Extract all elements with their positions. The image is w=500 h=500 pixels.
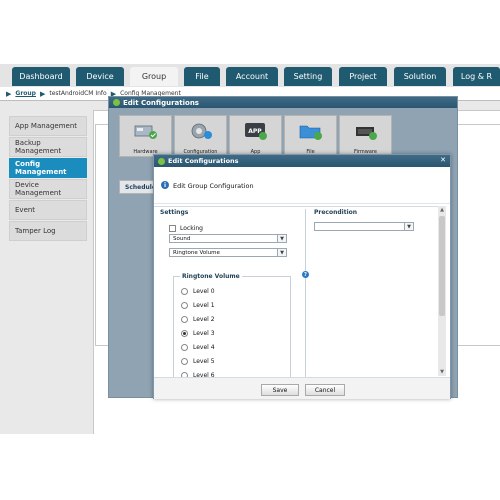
configuration-gear-icon: [191, 123, 212, 139]
main-tab-bar: Dashboard Device Group File Account Sett…: [0, 64, 500, 87]
radio-button[interactable]: [181, 287, 188, 295]
dialog-app-icon: [158, 158, 165, 165]
help-icon[interactable]: ?: [302, 271, 309, 278]
level-2-option[interactable]: Level 2: [174, 312, 290, 326]
save-button[interactable]: Save: [261, 384, 299, 396]
dialog-app-icon: [113, 99, 120, 106]
sidebar: App Management Backup Management Config …: [9, 116, 87, 242]
chevron-down-icon[interactable]: ▼: [404, 223, 413, 230]
breadcrumb-group-link[interactable]: Group: [15, 90, 36, 97]
radio-button-selected[interactable]: [181, 329, 188, 337]
breadcrumb-item-device[interactable]: testAndroidCM Info: [49, 90, 106, 97]
level-4-option[interactable]: Level 4: [174, 340, 290, 354]
sidebar-item-app-management[interactable]: App Management: [9, 116, 87, 136]
tab-dashboard[interactable]: Dashboard: [12, 67, 70, 86]
sidebar-item-event[interactable]: Event: [9, 200, 87, 220]
settings-scroll-area: Settings Locking Sound ▼ Ringtone Volume…: [154, 206, 444, 379]
locking-checkbox[interactable]: [169, 225, 176, 232]
sidebar-item-device-management[interactable]: Device Management: [9, 179, 87, 199]
level-5-option[interactable]: Level 5: [174, 354, 290, 368]
dialog-header-text: Edit Group Configuration: [173, 182, 254, 190]
radio-button[interactable]: [181, 357, 188, 365]
radio-button[interactable]: [181, 343, 188, 351]
inner-dialog-title: Edit Configurations: [168, 157, 239, 165]
scrollbar-thumb[interactable]: [439, 216, 445, 316]
sound-select-value: Sound: [173, 235, 191, 242]
dialog-footer: Save Cancel: [154, 377, 450, 399]
inner-dialog-title-bar[interactable]: Edit Configurations ✕: [154, 155, 450, 167]
chip-icon: [356, 127, 377, 140]
tab-solution[interactable]: Solution: [394, 67, 446, 86]
scroll-up-icon[interactable]: ▲: [438, 206, 446, 214]
ringtone-volume-group-title: Ringtone Volume: [180, 273, 242, 280]
level-1-option[interactable]: Level 1: [174, 298, 290, 312]
level-0-option[interactable]: Level 0: [174, 284, 290, 298]
settings-column: Settings Locking Sound ▼ Ringtone Volume…: [160, 209, 309, 379]
dialog-title: Edit Configurations: [123, 98, 199, 107]
close-icon[interactable]: ✕: [440, 156, 446, 164]
level-label: Level 2: [193, 315, 215, 323]
tab-device[interactable]: Device: [76, 67, 124, 86]
tab-group[interactable]: Group: [130, 67, 178, 86]
app-button[interactable]: APP App: [229, 115, 282, 157]
dialog-title-bar[interactable]: Edit Configurations: [109, 97, 457, 108]
sound-select[interactable]: Sound ▼: [169, 234, 287, 243]
precondition-title: Precondition: [314, 209, 358, 216]
level-label: Level 4: [193, 343, 215, 351]
tab-log-report[interactable]: Log & R: [453, 67, 500, 86]
level-label: Level 1: [193, 301, 215, 309]
sidebar-item-backup-management[interactable]: Backup Management: [9, 137, 87, 157]
firmware-button[interactable]: Firmware: [339, 115, 392, 157]
radio-button[interactable]: [181, 301, 188, 309]
tab-file[interactable]: File: [184, 67, 220, 86]
hardware-button[interactable]: Hardware: [119, 115, 172, 157]
info-icon: i: [161, 181, 169, 189]
cancel-button[interactable]: Cancel: [305, 384, 345, 396]
folder-icon: [299, 125, 322, 140]
radio-button[interactable]: [181, 315, 188, 323]
sidebar-item-tamper-log[interactable]: Tamper Log: [9, 221, 87, 241]
locking-row: Locking: [169, 225, 305, 232]
ringtone-volume-select[interactable]: Ringtone Volume ▼: [169, 248, 287, 257]
level-3-option[interactable]: Level 3: [174, 326, 290, 340]
file-button[interactable]: File: [284, 115, 337, 157]
precondition-column: Precondition ▼: [314, 209, 442, 379]
vertical-scrollbar[interactable]: ▲ ▼: [438, 206, 446, 376]
tab-setting[interactable]: Setting: [284, 67, 332, 86]
breadcrumb-arrow-icon: ▶: [39, 89, 46, 98]
settings-title: Settings: [160, 209, 189, 216]
level-label: Level 5: [193, 357, 215, 365]
edit-group-configuration-dialog: Edit Configurations ✕ i Edit Group Confi…: [153, 154, 451, 399]
sidebar-item-config-management[interactable]: Config Management: [9, 158, 87, 178]
dialog-header: i Edit Group Configuration: [154, 168, 450, 204]
config-category-bar: Hardware Configuration APP App File Firm…: [119, 115, 392, 157]
ringtone-select-value: Ringtone Volume: [173, 249, 220, 256]
chevron-down-icon[interactable]: ▼: [277, 249, 286, 256]
configuration-button[interactable]: Configuration: [174, 115, 227, 157]
breadcrumb-arrow-icon: ▶: [6, 89, 12, 98]
chevron-down-icon[interactable]: ▼: [277, 235, 286, 242]
level-label: Level 0: [193, 287, 215, 295]
tab-account[interactable]: Account: [226, 67, 278, 86]
precondition-select[interactable]: ▼: [314, 222, 414, 231]
app-icon: APP: [245, 123, 267, 140]
ringtone-volume-group: Ringtone Volume Level 0 Level 1 Level 2 …: [173, 273, 291, 379]
scroll-down-icon[interactable]: ▼: [438, 368, 446, 376]
tab-project[interactable]: Project: [339, 67, 387, 86]
hardware-icon: [134, 125, 157, 139]
level-label: Level 3: [193, 329, 215, 337]
locking-label: Locking: [180, 225, 203, 232]
